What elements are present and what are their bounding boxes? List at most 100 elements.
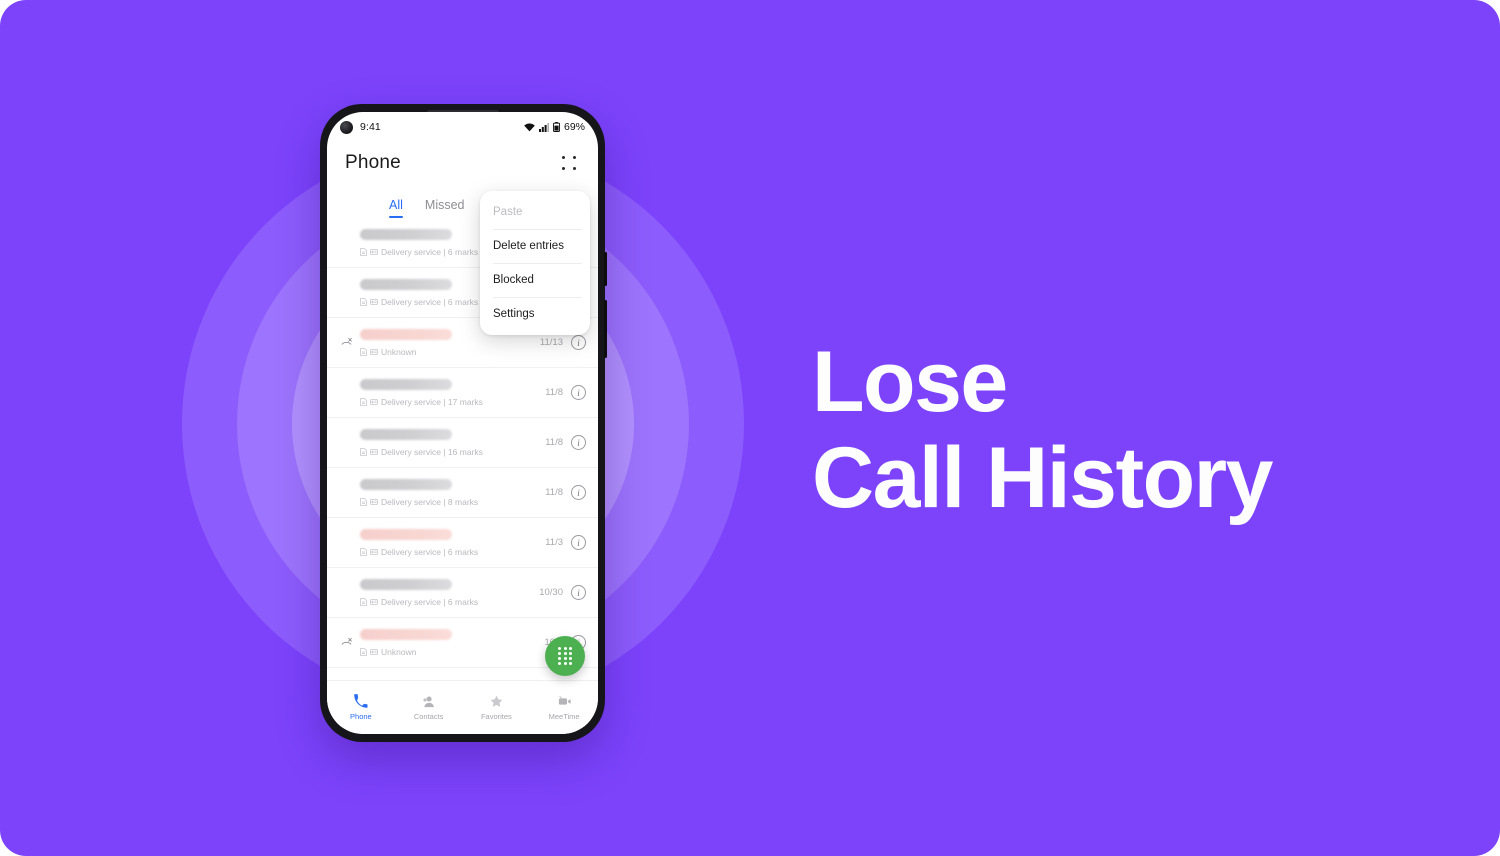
page-title: Phone — [345, 152, 401, 173]
front-camera-punch-hole-icon — [340, 120, 353, 134]
sim-card-icon — [360, 297, 367, 306]
headline: Lose Call History — [812, 334, 1432, 527]
call-details-button[interactable]: i — [571, 435, 586, 450]
redacted-contact-name — [360, 528, 452, 540]
missed-call-icon — [341, 337, 352, 345]
call-date: 11/8 — [545, 437, 563, 448]
call-subtitle-text: Delivery service | 6 marks — [381, 596, 479, 607]
call-entry-body: Delivery service | 6 marks — [356, 578, 539, 607]
call-tag-icon — [370, 598, 378, 605]
phone-handset-icon — [354, 694, 368, 708]
redacted-contact-name — [360, 478, 452, 490]
call-type-icon-slot — [339, 336, 354, 349]
contacts-person-icon — [423, 696, 434, 708]
battery-percent: 69% — [563, 121, 585, 133]
sim-card-icon — [360, 597, 367, 606]
call-subtitle: Unknown — [360, 347, 540, 357]
call-tag-icon — [370, 548, 378, 555]
overflow-dropdown-menu[interactable]: Paste Delete entries Blocked Settings — [480, 191, 590, 335]
cellular-signal-icon — [538, 122, 549, 132]
menu-item-settings[interactable]: Settings — [480, 297, 590, 331]
star-icon — [490, 695, 503, 707]
call-subtitle-text: Delivery service | 6 marks — [381, 246, 479, 257]
table-row[interactable]: Delivery service | 17 marks 11/8 i — [327, 368, 598, 418]
sim-card-icon — [360, 547, 367, 556]
call-details-button[interactable]: i — [571, 485, 586, 500]
wifi-icon — [524, 122, 535, 131]
redacted-contact-name — [360, 428, 452, 440]
call-subtitle: Delivery service | 16 marks — [360, 447, 545, 457]
tab-all[interactable]: All — [389, 198, 403, 218]
call-subtitle: Delivery service | 17 marks — [360, 397, 545, 407]
table-row[interactable]: Delivery service | 16 marks 11/8 i — [327, 418, 598, 468]
call-date: 11/8 — [545, 487, 563, 498]
app-bar: Phone — [327, 142, 598, 184]
call-entry-body: Delivery service | 6 marks — [356, 528, 545, 557]
table-row[interactable]: Delivery service | 8 marks 11/8 i — [327, 468, 598, 518]
redacted-contact-name — [360, 628, 452, 640]
headline-line-2: Call History — [812, 430, 1273, 527]
sim-card-icon — [360, 347, 367, 356]
table-row[interactable]: Delivery service | 6 marks 11/3 i — [327, 518, 598, 568]
call-details-button[interactable]: i — [571, 335, 586, 350]
call-tag-icon — [370, 448, 378, 455]
sim-card-icon — [360, 247, 367, 256]
overflow-menu-icon[interactable] — [558, 152, 580, 174]
call-details-button[interactable]: i — [571, 585, 586, 600]
status-time: 9:41 — [360, 121, 381, 133]
menu-item-paste: Paste — [493, 206, 523, 218]
call-entry-body: Delivery service | 16 marks — [356, 428, 545, 457]
status-indicators: 69% — [524, 121, 585, 133]
call-entry-body: Unknown — [356, 628, 545, 657]
menu-item-delete-entries[interactable]: Delete entries — [480, 229, 590, 263]
poster-canvas: 9:41 69% Phone All Missed Delivery servi… — [0, 0, 1500, 856]
video-call-icon — [558, 696, 571, 705]
redacted-contact-name — [360, 578, 452, 590]
call-tag-icon — [370, 298, 378, 305]
call-tag-icon — [370, 248, 378, 255]
status-bar: 9:41 69% — [327, 112, 598, 142]
nav-item-phone[interactable]: Phone — [327, 694, 395, 721]
call-tag-icon — [370, 498, 378, 505]
call-date: 11/3 — [545, 537, 563, 548]
battery-icon — [552, 122, 560, 132]
call-details-button[interactable]: i — [571, 535, 586, 550]
call-date: 11/13 — [539, 337, 563, 348]
nav-label-contacts: Contacts — [413, 712, 444, 721]
call-subtitle: Delivery service | 6 marks — [360, 597, 539, 607]
call-subtitle-text: Unknown — [381, 646, 417, 657]
nav-item-favorites[interactable]: Favorites — [463, 694, 531, 721]
bottom-navigation-bar: Phone Contacts Favorites MeeTime — [327, 680, 598, 734]
nav-item-contacts[interactable]: Contacts — [395, 694, 463, 721]
nav-label-favorites: Favorites — [480, 712, 512, 721]
table-row[interactable]: Delivery service | 6 marks 10/30 i — [327, 568, 598, 618]
call-details-button[interactable]: i — [571, 385, 586, 400]
sim-card-icon — [360, 497, 367, 506]
dialpad-fab-button[interactable] — [545, 636, 585, 676]
redacted-contact-name — [360, 328, 452, 340]
redacted-contact-name — [360, 278, 452, 290]
sim-card-icon — [360, 447, 367, 456]
call-date: 11/8 — [545, 387, 563, 398]
redacted-contact-name — [360, 228, 452, 240]
phone-device-mockup: 9:41 69% Phone All Missed Delivery servi… — [320, 104, 607, 742]
redacted-contact-name — [360, 378, 452, 390]
call-subtitle-text: Delivery service | 16 marks — [381, 446, 483, 457]
call-tag-icon — [370, 348, 378, 355]
call-entry-body: Delivery service | 17 marks — [356, 378, 545, 407]
call-type-icon-slot — [339, 636, 354, 649]
call-tag-icon — [370, 648, 378, 655]
headline-line-1: Lose — [812, 334, 1008, 430]
tab-missed[interactable]: Missed — [425, 198, 465, 218]
call-subtitle-text: Delivery service | 6 marks — [381, 296, 479, 307]
call-subtitle-text: Delivery service | 8 marks — [381, 496, 479, 507]
nav-item-meetime[interactable]: MeeTime — [530, 694, 598, 721]
menu-item-blocked[interactable]: Blocked — [480, 263, 590, 297]
dialpad-icon — [558, 646, 572, 666]
call-subtitle-text: Delivery service | 17 marks — [381, 396, 483, 407]
power-button[interactable] — [604, 252, 607, 286]
sim-card-icon — [360, 647, 367, 656]
call-subtitle: Delivery service | 6 marks — [360, 547, 545, 557]
volume-button[interactable] — [604, 300, 607, 358]
call-subtitle-text: Unknown — [381, 346, 417, 357]
